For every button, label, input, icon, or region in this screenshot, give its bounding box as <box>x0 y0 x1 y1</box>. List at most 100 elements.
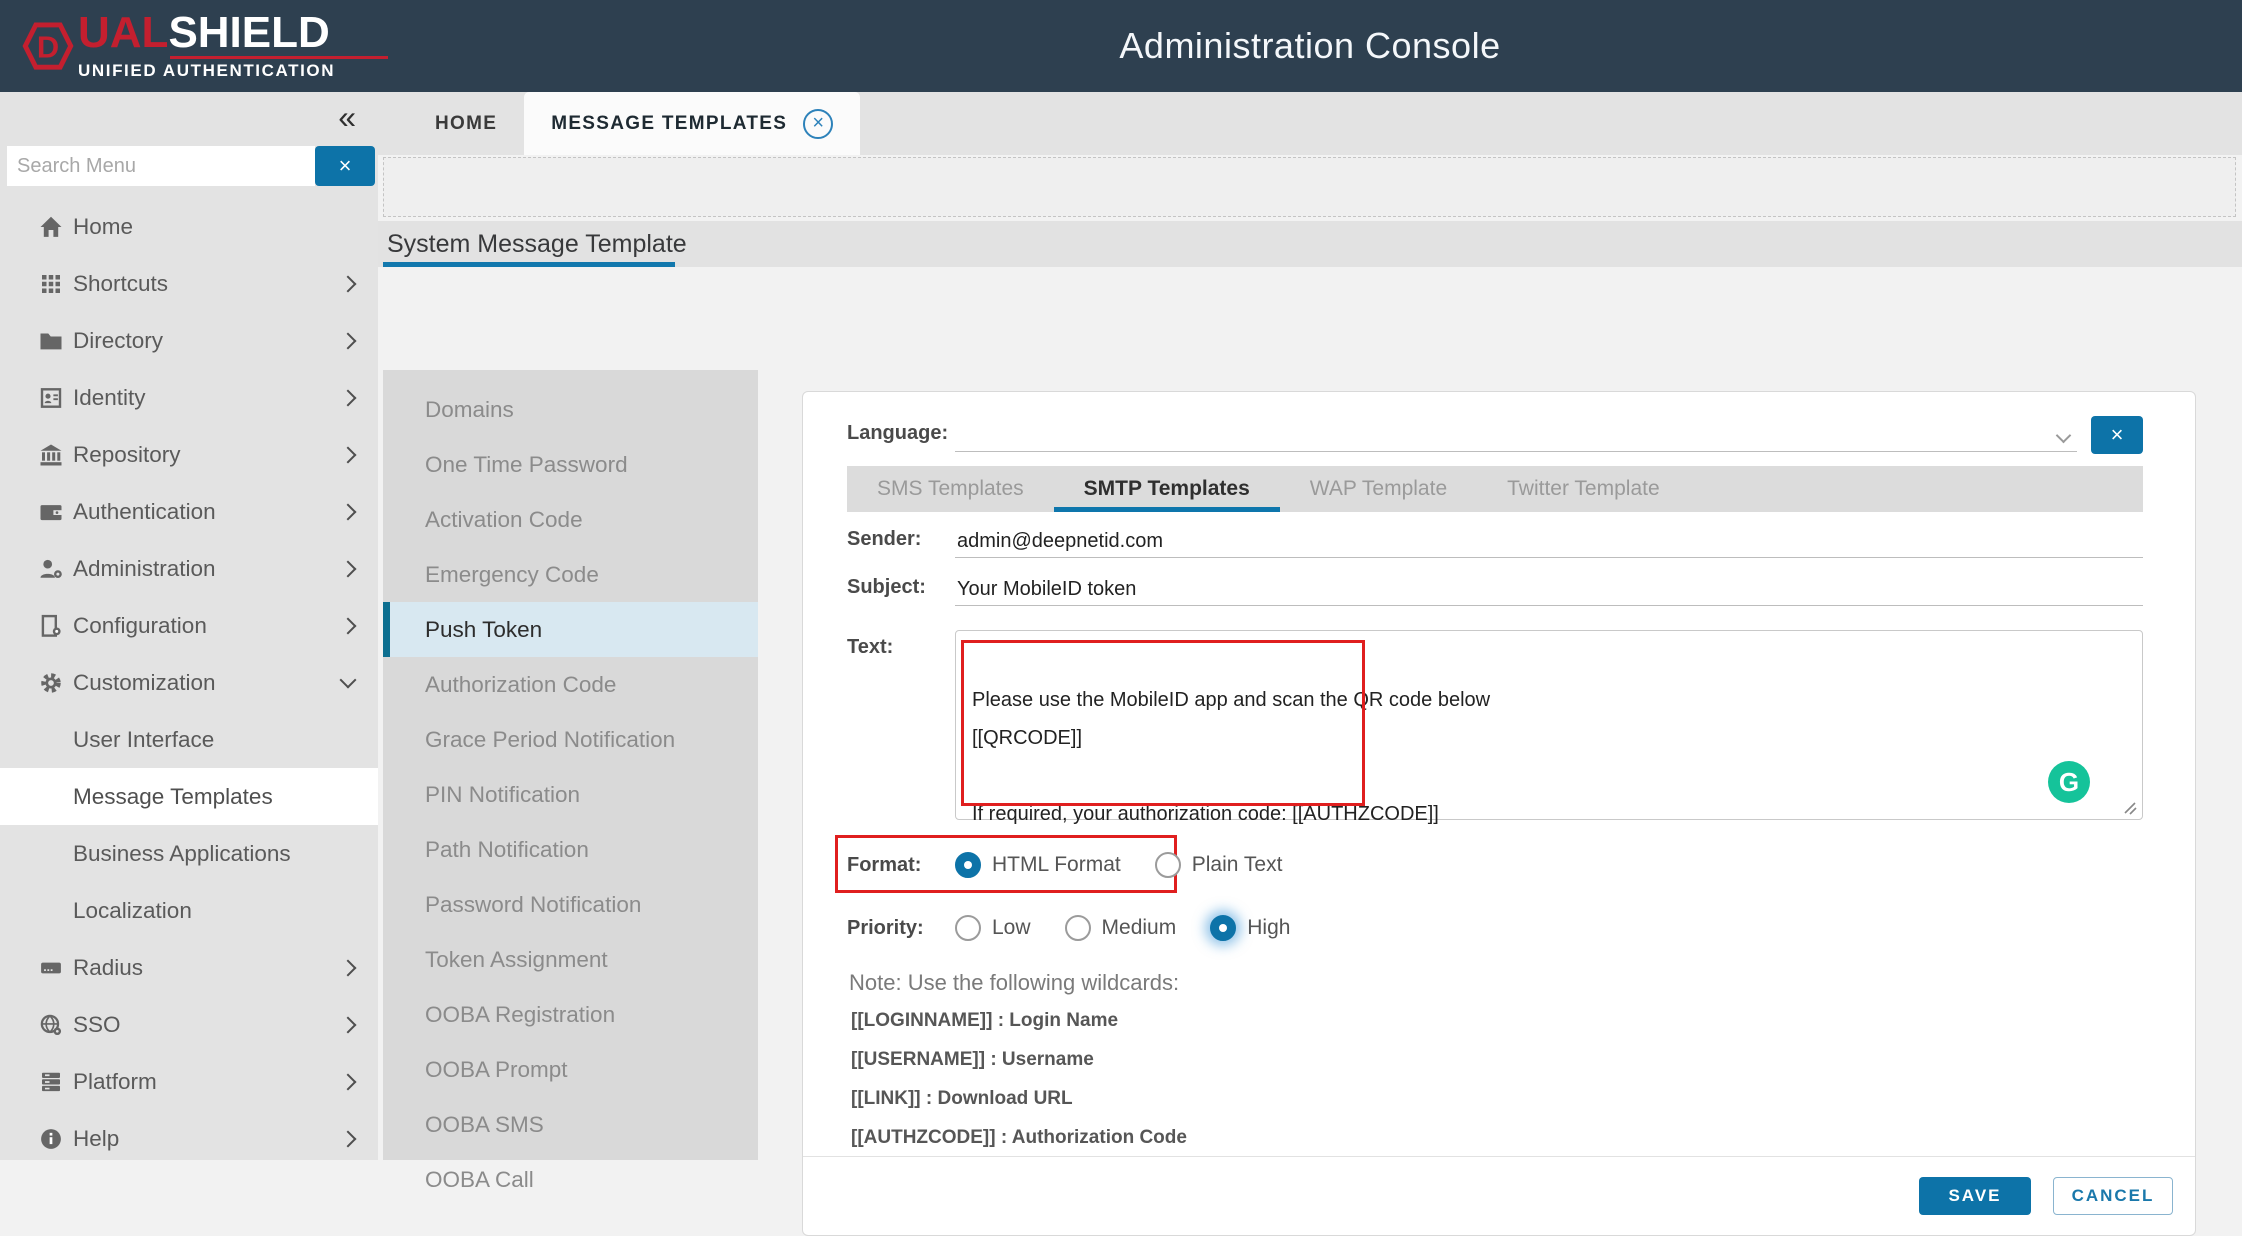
template-item-password-notification[interactable]: Password Notification <box>383 877 758 932</box>
bank-icon <box>38 442 64 468</box>
logo-wordmark: UALSHIELD <box>78 11 388 55</box>
sidebar-item-label: Customization <box>73 670 342 696</box>
format-label: Format: <box>847 854 955 877</box>
chevron-down-icon <box>340 671 357 688</box>
chevron-right-icon <box>340 332 357 349</box>
close-icon[interactable]: × <box>803 109 833 139</box>
template-item-one-time-password[interactable]: One Time Password <box>383 437 758 492</box>
save-button[interactable]: SAVE <box>1919 1177 2031 1215</box>
chevron-right-icon <box>340 617 357 634</box>
sidebar-item-help[interactable]: Help <box>0 1110 378 1160</box>
wildcard-line: [[AUTHZCODE]] : Authorization Code <box>847 1127 2187 1152</box>
radio-button-icon[interactable] <box>1155 852 1181 878</box>
sidebar-item-administration[interactable]: Administration <box>0 540 378 597</box>
sidebar-item-directory[interactable]: Directory <box>0 312 378 369</box>
sidebar-item-configuration[interactable]: Configuration <box>0 597 378 654</box>
sidebar-item-authentication[interactable]: Authentication <box>0 483 378 540</box>
template-item-path-notification[interactable]: Path Notification <box>383 822 758 877</box>
text-textarea[interactable]: Please use the MobileID app and scan the… <box>955 630 2143 820</box>
tab-home[interactable]: HOME <box>408 92 524 155</box>
chevron-right-icon <box>340 503 357 520</box>
template-item-ooba-call[interactable]: OOBA Call <box>383 1152 758 1207</box>
template-item-domains[interactable]: Domains <box>383 382 758 437</box>
shield-badge-icon: D <box>22 20 74 72</box>
sidebar-item-message-templates[interactable]: Message Templates <box>0 768 378 825</box>
subtab-smtp-templates[interactable]: SMTP Templates <box>1054 466 1280 512</box>
template-item-ooba-sms[interactable]: OOBA SMS <box>383 1097 758 1152</box>
template-item-push-token[interactable]: Push Token <box>383 602 758 657</box>
sidebar-item-localization[interactable]: Localization <box>0 882 378 939</box>
section-title: System Message Template <box>387 230 687 259</box>
format-radio-group: HTML Format Plain Text <box>955 852 2187 878</box>
radio-high[interactable]: High <box>1210 915 1290 941</box>
priority-radio-group: Low Medium High <box>955 915 2187 941</box>
wildcards-list: [[LOGINNAME]] : Login Name[[USERNAME]] :… <box>847 996 2187 1152</box>
sidebar-item-user-interface[interactable]: User Interface <box>0 711 378 768</box>
dualshield-logo: D UALSHIELD UNIFIED AUTHENTICATION <box>0 11 378 81</box>
text-label: Text: <box>847 630 955 659</box>
subject-input[interactable]: Your MobileID token <box>955 570 2143 606</box>
cancel-button[interactable]: CANCEL <box>2053 1177 2173 1215</box>
wildcard-line: [[LINK]] : Download URL <box>847 1088 2187 1113</box>
radio-label: High <box>1247 916 1290 940</box>
sidebar-item-shortcuts[interactable]: Shortcuts <box>0 255 378 312</box>
radio-button-icon[interactable] <box>1065 915 1091 941</box>
tab-label: HOME <box>435 113 497 135</box>
sidebar-item-home[interactable]: Home <box>0 198 378 255</box>
sender-input[interactable]: admin@deepnetid.com <box>955 522 2143 558</box>
subtab-twitter-template[interactable]: Twitter Template <box>1477 466 1690 512</box>
sidebar-item-label: Platform <box>73 1069 342 1095</box>
language-label: Language: <box>847 416 955 445</box>
sidebar-item-label: Administration <box>73 556 342 582</box>
language-select[interactable] <box>955 416 2077 452</box>
sidebar-item-platform[interactable]: Platform <box>0 1053 378 1110</box>
radio-button-icon[interactable] <box>955 852 981 878</box>
sender-label: Sender: <box>847 522 955 551</box>
resize-handle-icon[interactable] <box>2122 800 2138 816</box>
template-item-authorization-code[interactable]: Authorization Code <box>383 657 758 712</box>
radio-low[interactable]: Low <box>955 915 1031 941</box>
sidebar-item-label: Repository <box>73 442 342 468</box>
server-icon <box>38 955 64 981</box>
subtab-wap-template[interactable]: WAP Template <box>1280 466 1477 512</box>
wallet-icon <box>38 499 64 525</box>
sidebar-item-sso[interactable]: SSO <box>0 996 378 1053</box>
chevron-right-icon <box>340 959 357 976</box>
sidebar-item-identity[interactable]: Identity <box>0 369 378 426</box>
sidebar-collapse-icon[interactable]: « <box>338 102 356 132</box>
template-item-activation-code[interactable]: Activation Code <box>383 492 758 547</box>
template-item-token-assignment[interactable]: Token Assignment <box>383 932 758 987</box>
gear-icon <box>38 670 64 696</box>
tab-message-templates[interactable]: MESSAGE TEMPLATES × <box>524 92 860 155</box>
radio-medium[interactable]: Medium <box>1065 915 1177 941</box>
user-gear-icon <box>38 556 64 582</box>
folder-icon <box>38 328 64 354</box>
template-item-ooba-registration[interactable]: OOBA Registration <box>383 987 758 1042</box>
sidebar-item-business-applications[interactable]: Business Applications <box>0 825 378 882</box>
radio-plain-text[interactable]: Plain Text <box>1155 852 1283 878</box>
radio-button-icon[interactable] <box>1210 915 1236 941</box>
sidebar-item-label: Home <box>73 214 354 240</box>
template-subtabs: SMS TemplatesSMTP TemplatesWAP TemplateT… <box>847 466 2143 512</box>
language-clear-button[interactable]: × <box>2091 416 2143 454</box>
wildcard-line: [[USERNAME]] : Username <box>847 1049 2187 1074</box>
grammarly-icon[interactable]: G <box>2048 761 2090 803</box>
search-clear-button[interactable]: × <box>315 146 375 186</box>
template-form-card: Language: × SMS TemplatesSMTP TemplatesW… <box>802 391 2196 1236</box>
template-item-ooba-prompt[interactable]: OOBA Prompt <box>383 1042 758 1097</box>
template-item-grace-period-notification[interactable]: Grace Period Notification <box>383 712 758 767</box>
home-icon <box>38 214 64 240</box>
sidebar-item-radius[interactable]: Radius <box>0 939 378 996</box>
svg-text:D: D <box>37 29 59 64</box>
radio-button-icon[interactable] <box>955 915 981 941</box>
subtab-sms-templates[interactable]: SMS Templates <box>847 466 1054 512</box>
template-item-pin-notification[interactable]: PIN Notification <box>383 767 758 822</box>
doc-gear-icon <box>38 613 64 639</box>
template-item-emergency-code[interactable]: Emergency Code <box>383 547 758 602</box>
sidebar-item-customization[interactable]: Customization <box>0 654 378 711</box>
sidebar-item-repository[interactable]: Repository <box>0 426 378 483</box>
radio-html-format[interactable]: HTML Format <box>955 852 1121 878</box>
search-input[interactable] <box>7 146 315 186</box>
tab-label: MESSAGE TEMPLATES <box>551 113 787 135</box>
globe-gear-icon <box>38 1012 64 1038</box>
